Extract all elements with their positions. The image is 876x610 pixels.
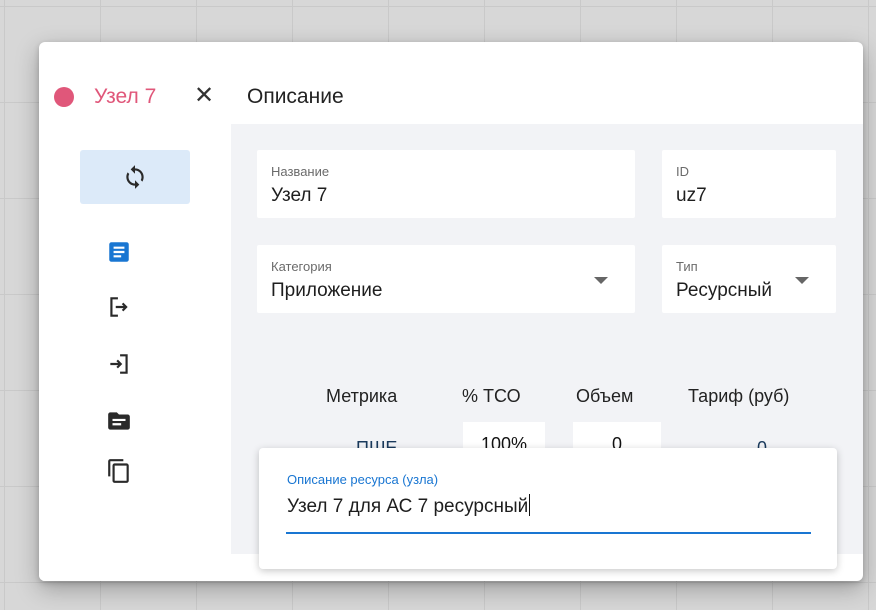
description-value[interactable]: Узел 7 для АС 7 ресурсный (287, 494, 531, 518)
tariff-column-header: Тариф (руб) (688, 386, 790, 406)
copy-icon (108, 459, 129, 483)
focus-underline (286, 532, 811, 534)
output-button[interactable] (104, 292, 134, 322)
chevron-down-icon (795, 277, 809, 284)
id-value: uz7 (676, 185, 707, 206)
sync-button[interactable] (80, 150, 190, 204)
chevron-down-icon (594, 277, 608, 284)
type-label: Тип (676, 259, 698, 274)
category-select[interactable]: Категория Приложение (257, 245, 635, 313)
description-field[interactable]: Описание ресурса (узла) Узел 7 для АС 7 … (259, 448, 837, 569)
type-value: Ресурсный (676, 280, 773, 301)
node-dialog: Узел 7 ✕ Описание Название Узел 7 ID uz7… (39, 42, 863, 581)
copy-button[interactable] (104, 456, 134, 486)
name-label: Название (271, 164, 330, 179)
id-field[interactable]: ID uz7 (662, 150, 836, 218)
description-label: Описание ресурса (узла) (287, 472, 439, 487)
volume-column-header: Объем (576, 386, 634, 406)
folder-button[interactable] (104, 406, 134, 436)
input-button[interactable] (104, 349, 134, 379)
name-field[interactable]: Название Узел 7 (257, 150, 635, 218)
description-text: Узел 7 для АС 7 ресурсный (287, 496, 529, 517)
category-label: Категория (271, 259, 332, 274)
node-title: Узел 7 (94, 85, 157, 108)
logout-icon (110, 297, 128, 317)
close-button[interactable]: ✕ (191, 82, 217, 110)
sidebar (39, 124, 231, 581)
name-value: Узел 7 (271, 185, 328, 206)
section-title: Описание (247, 85, 344, 108)
sync-icon (126, 165, 144, 189)
id-label: ID (676, 164, 689, 179)
category-value: Приложение (271, 280, 383, 301)
description-icon (109, 242, 129, 262)
folder-icon (108, 412, 130, 430)
description-button[interactable] (104, 237, 134, 267)
login-icon (110, 354, 128, 374)
type-select[interactable]: Тип Ресурсный (662, 245, 836, 313)
dialog-header: Узел 7 ✕ Описание (39, 42, 863, 124)
node-color-dot (54, 87, 74, 107)
tco-column-header: % ТСО (462, 386, 521, 406)
metric-column-header: Метрика (326, 386, 398, 406)
text-cursor (529, 494, 531, 516)
